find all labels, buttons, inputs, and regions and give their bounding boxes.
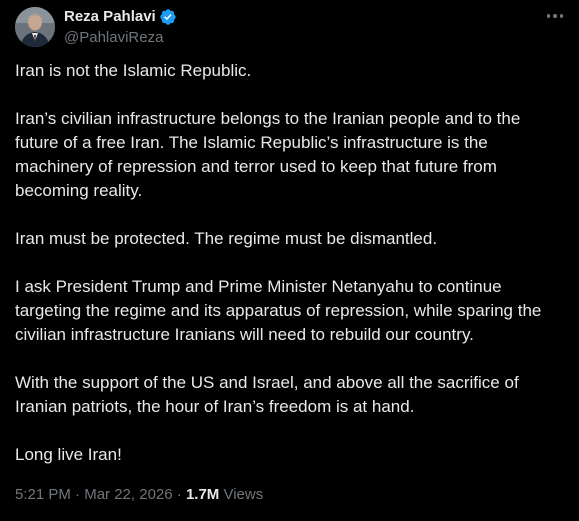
dot [546,14,551,18]
post-paragraph: I ask President Trump and Prime Minister… [15,277,542,344]
author-handle[interactable]: @PahlaviReza [64,29,177,47]
dot [553,14,557,18]
meta-separator: · [172,486,186,503]
display-name[interactable]: Reza Pahlavi [64,8,156,26]
post-time[interactable]: 5:21 PM [15,486,71,503]
meta-separator: · [70,486,85,503]
post-paragraph: Long live Iran! [15,445,122,464]
post-meta: 5:21 PM · Mar 22, 2026 · 1.7M Views [15,485,263,505]
name-row: Reza Pahlavi [64,8,177,26]
post-paragraph: Iran’s civilian infrastructure belongs t… [15,109,521,200]
avatar[interactable] [15,7,55,47]
post-paragraph: Iran is not the Islamic Republic. [15,61,252,80]
views-link[interactable]: 1.7M Views [186,486,263,503]
post-date[interactable]: Mar 22, 2026 [84,486,172,503]
profile-avatar-icon [15,7,55,47]
verified-badge-icon[interactable] [159,8,177,26]
author-block: Reza Pahlavi @PahlaviReza [64,8,177,47]
more-options-icon[interactable] [542,6,568,26]
post-card: Reza Pahlavi @PahlaviReza Iran is not th… [0,0,579,521]
post-paragraph: With the support of the US and Israel, a… [15,373,519,416]
views-label: Views [219,486,264,503]
post-text: Iran is not the Islamic Republic. Iran’s… [15,59,567,491]
dot [559,14,564,18]
post-paragraph: Iran must be protected. The regime must … [15,229,438,248]
views-count: 1.7M [185,486,220,503]
